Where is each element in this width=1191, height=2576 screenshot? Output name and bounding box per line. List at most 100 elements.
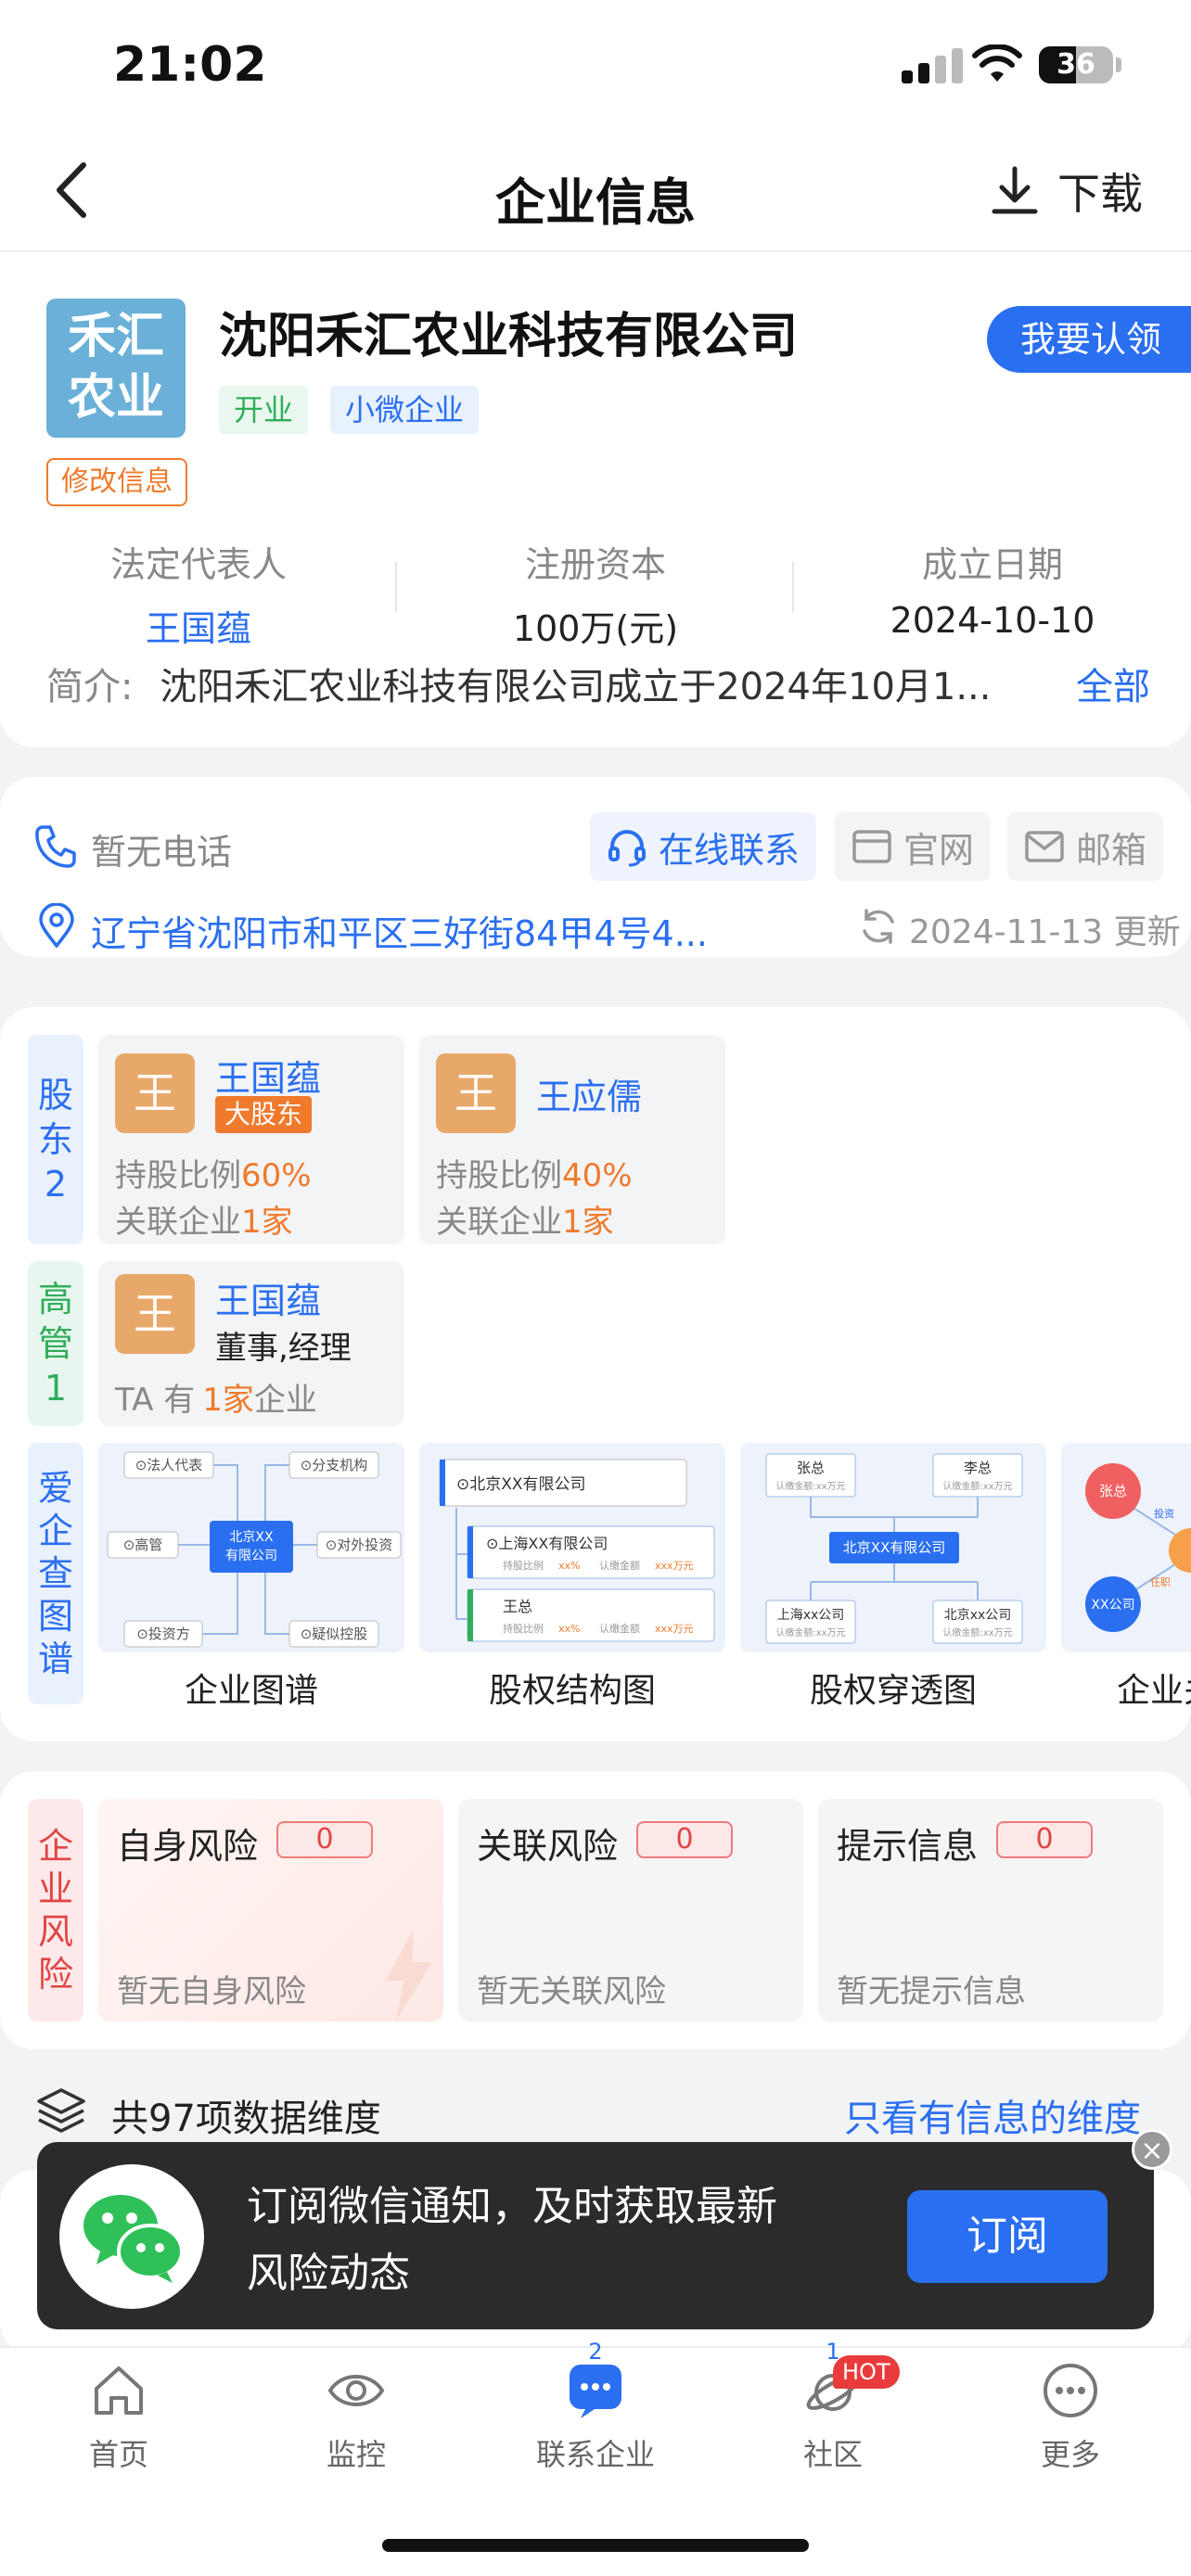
mail-icon bbox=[1025, 831, 1064, 862]
enterprise-relation-thumb[interactable]: 张总 XX公司 投资 任职 bbox=[1061, 1443, 1191, 1652]
layers-icon bbox=[37, 2088, 85, 2133]
svg-text:持股比例: 持股比例 bbox=[503, 1622, 544, 1635]
svg-text:⊙上海XX有限公司: ⊙上海XX有限公司 bbox=[486, 1535, 608, 1552]
wechat-icon bbox=[83, 2195, 184, 2283]
self-risk-box[interactable]: 自身风险 0 暂无自身风险 bbox=[98, 1799, 443, 2021]
subscribe-banner: 订阅微信通知，及时获取最新 风险动态 订阅 × bbox=[37, 2129, 1172, 2329]
graph-label[interactable]: 爱企查图谱 bbox=[28, 1443, 83, 1704]
legal-rep-link[interactable]: 王国蕴 bbox=[0, 600, 397, 651]
battery-level: 36 bbox=[1057, 48, 1095, 81]
svg-text:XX公司: XX公司 bbox=[1091, 1598, 1134, 1613]
risk-count: 0 bbox=[276, 1821, 373, 1858]
svg-text:⊙高管: ⊙高管 bbox=[123, 1537, 163, 1553]
svg-text:⊙北京XX有限公司: ⊙北京XX有限公司 bbox=[456, 1475, 586, 1494]
status-bar: 21:02 36 bbox=[0, 0, 1191, 130]
tab-contact-enterprise[interactable]: 2 联系企业 bbox=[503, 2339, 688, 2474]
executive-role: 董事,经理 bbox=[215, 1330, 352, 1367]
avatar: 王 bbox=[436, 1053, 516, 1133]
svg-text:认缴金额:xx万元: 认缴金额:xx万元 bbox=[775, 1626, 845, 1639]
svg-text:李总: 李总 bbox=[964, 1460, 992, 1476]
scale-tag: 小微企业 bbox=[330, 386, 480, 434]
community-count: 1 bbox=[826, 2339, 840, 2365]
avatar: 王 bbox=[115, 1053, 195, 1133]
company-logo: 禾汇 农业 bbox=[46, 299, 186, 438]
tab-more[interactable]: 更多 bbox=[978, 2361, 1163, 2474]
svg-text:认缴金额:xx万元: 认缴金额:xx万元 bbox=[942, 1480, 1012, 1492]
svg-text:⊙法人代表: ⊙法人代表 bbox=[135, 1457, 203, 1473]
graph-caption: 企业图谱 bbox=[184, 1672, 318, 1710]
updated-text: 2024-11-13 更新 bbox=[909, 913, 1181, 951]
svg-text:xx%: xx% bbox=[558, 1623, 580, 1635]
filter-dimensions-link[interactable]: 只看有信息的维度 bbox=[844, 2088, 1141, 2142]
status-tag-open: 开业 bbox=[219, 386, 309, 434]
svg-text:王总: 王总 bbox=[503, 1598, 532, 1615]
subscribe-button[interactable]: 订阅 bbox=[907, 2190, 1108, 2283]
shareholder-name[interactable]: 王国蕴 bbox=[215, 1050, 321, 1101]
shareholder-name[interactable]: 王应儒 bbox=[536, 1068, 642, 1119]
location-pin-icon bbox=[39, 903, 74, 948]
email-button[interactable]: 邮箱 bbox=[1007, 812, 1163, 881]
status-time: 21:02 bbox=[113, 37, 267, 93]
contact-count: 2 bbox=[588, 2339, 603, 2365]
company-intro[interactable]: 简介: 沈阳禾汇农业科技有限公司成立于2024年10月1... 全部 bbox=[46, 657, 1150, 710]
tab-monitor[interactable]: 监控 bbox=[263, 2361, 449, 2474]
equity-penetration-diagram: 张总 认缴金额:xx万元 李总 认缴金额:xx万元 北京XX有限公司 上海xx公… bbox=[765, 1453, 1023, 1644]
edit-info-button[interactable]: 修改信息 bbox=[46, 458, 187, 506]
enterprise-graph-thumb[interactable]: 北京XX 有限公司 ⊙法人代表 ⊙分支机构 ⊙高管 ⊙对外投资 ⊙投资方 ⊙疑似… bbox=[98, 1443, 404, 1652]
download-icon bbox=[992, 166, 1038, 214]
related-risk-box[interactable]: 关联风险 0 暂无关联风险 bbox=[458, 1799, 803, 2021]
tab-home[interactable]: 首页 bbox=[26, 2361, 211, 2474]
dimensions-total: 共97项数据维度 bbox=[111, 2098, 381, 2140]
phone-text: 暂无电话 bbox=[91, 832, 233, 873]
website-button[interactable]: 官网 bbox=[835, 812, 991, 881]
battery-icon: 36 bbox=[1039, 46, 1113, 83]
svg-text:张总: 张总 bbox=[797, 1460, 825, 1476]
metric-capital: 注册资本 100万(元) bbox=[512, 544, 679, 649]
more-icon bbox=[1044, 2364, 1097, 2417]
enterprise-relation-diagram: 张总 XX公司 投资 任职 bbox=[1085, 1463, 1191, 1632]
close-banner-button[interactable]: × bbox=[1132, 2129, 1172, 2170]
company-name: 沈阳禾汇农业科技有限公司 bbox=[219, 309, 799, 364]
equity-penetration-thumb[interactable]: 张总 认缴金额:xx万元 李总 认缴金额:xx万元 北京XX有限公司 上海xx公… bbox=[740, 1443, 1046, 1652]
lightning-icon bbox=[386, 1929, 432, 2021]
svg-text:认缴金额:xx万元: 认缴金额:xx万元 bbox=[942, 1626, 1012, 1639]
claim-button[interactable]: 我要认领 bbox=[987, 306, 1191, 373]
svg-text:xxx万元: xxx万元 bbox=[655, 1560, 694, 1572]
svg-text:⊙分支机构: ⊙分支机构 bbox=[301, 1457, 368, 1473]
svg-text:xx%: xx% bbox=[558, 1560, 580, 1572]
svg-text:认缴金额:xx万元: 认缴金额:xx万元 bbox=[775, 1480, 845, 1492]
online-contact-button[interactable]: 在线联系 bbox=[590, 812, 816, 881]
svg-text:认缴金额: 认缴金额 bbox=[599, 1559, 640, 1572]
executive-card[interactable]: 王 王国蕴 董事,经理 TA 有 1家企业 bbox=[98, 1261, 404, 1426]
risk-label[interactable]: 企业风险 bbox=[28, 1799, 83, 2021]
headset-icon bbox=[608, 830, 646, 867]
download-label: 下载 bbox=[1057, 169, 1143, 219]
svg-text:北京XX: 北京XX bbox=[229, 1530, 274, 1545]
intro-all-link[interactable]: 全部 bbox=[1076, 657, 1150, 710]
shareholder-card[interactable]: 王 王应儒 持股比例40% 关联企业1家 bbox=[419, 1035, 725, 1244]
equity-structure-thumb[interactable]: ⊙北京XX有限公司 ⊙上海XX有限公司 持股比例 xx% 认缴金额 xxx万元 … bbox=[419, 1443, 725, 1652]
svg-text:上海xx公司: 上海xx公司 bbox=[777, 1608, 845, 1623]
avatar: 王 bbox=[115, 1274, 195, 1354]
enterprise-graph-diagram: 北京XX 有限公司 ⊙法人代表 ⊙分支机构 ⊙高管 ⊙对外投资 ⊙投资方 ⊙疑似… bbox=[107, 1451, 402, 1648]
cellular-signal-icon bbox=[902, 48, 963, 83]
graph-caption: 股权穿透图 bbox=[809, 1672, 977, 1710]
metric-founded: 成立日期 2024-10-10 bbox=[890, 544, 1095, 641]
svg-text:有限公司: 有限公司 bbox=[225, 1549, 277, 1563]
svg-text:⊙对外投资: ⊙对外投资 bbox=[326, 1537, 393, 1553]
eye-icon bbox=[327, 2375, 385, 2406]
risk-count: 0 bbox=[996, 1821, 1093, 1858]
dimensions-row: 共97项数据维度 只看有信息的维度 bbox=[0, 2077, 1191, 2151]
nav-bar: 企业信息 下载 bbox=[0, 130, 1191, 252]
shareholder-card[interactable]: 王 王国蕴 大股东 持股比例60% 关联企业1家 bbox=[98, 1035, 404, 1244]
shareholders-label[interactable]: 股东 2 bbox=[28, 1035, 83, 1244]
tips-box[interactable]: 提示信息 0 暂无提示信息 bbox=[818, 1799, 1163, 2021]
address-link[interactable]: 辽宁省沈阳市和平区三好街84甲4号4... bbox=[91, 905, 708, 956]
battery-tip bbox=[1116, 57, 1121, 72]
svg-text:xxx万元: xxx万元 bbox=[655, 1623, 694, 1635]
svg-text:持股比例: 持股比例 bbox=[503, 1559, 544, 1572]
executives-label[interactable]: 高管 1 bbox=[28, 1261, 83, 1426]
refresh-icon[interactable] bbox=[859, 907, 898, 946]
download-button[interactable]: 下载 bbox=[991, 161, 1143, 221]
executive-name[interactable]: 王国蕴 bbox=[215, 1272, 321, 1323]
